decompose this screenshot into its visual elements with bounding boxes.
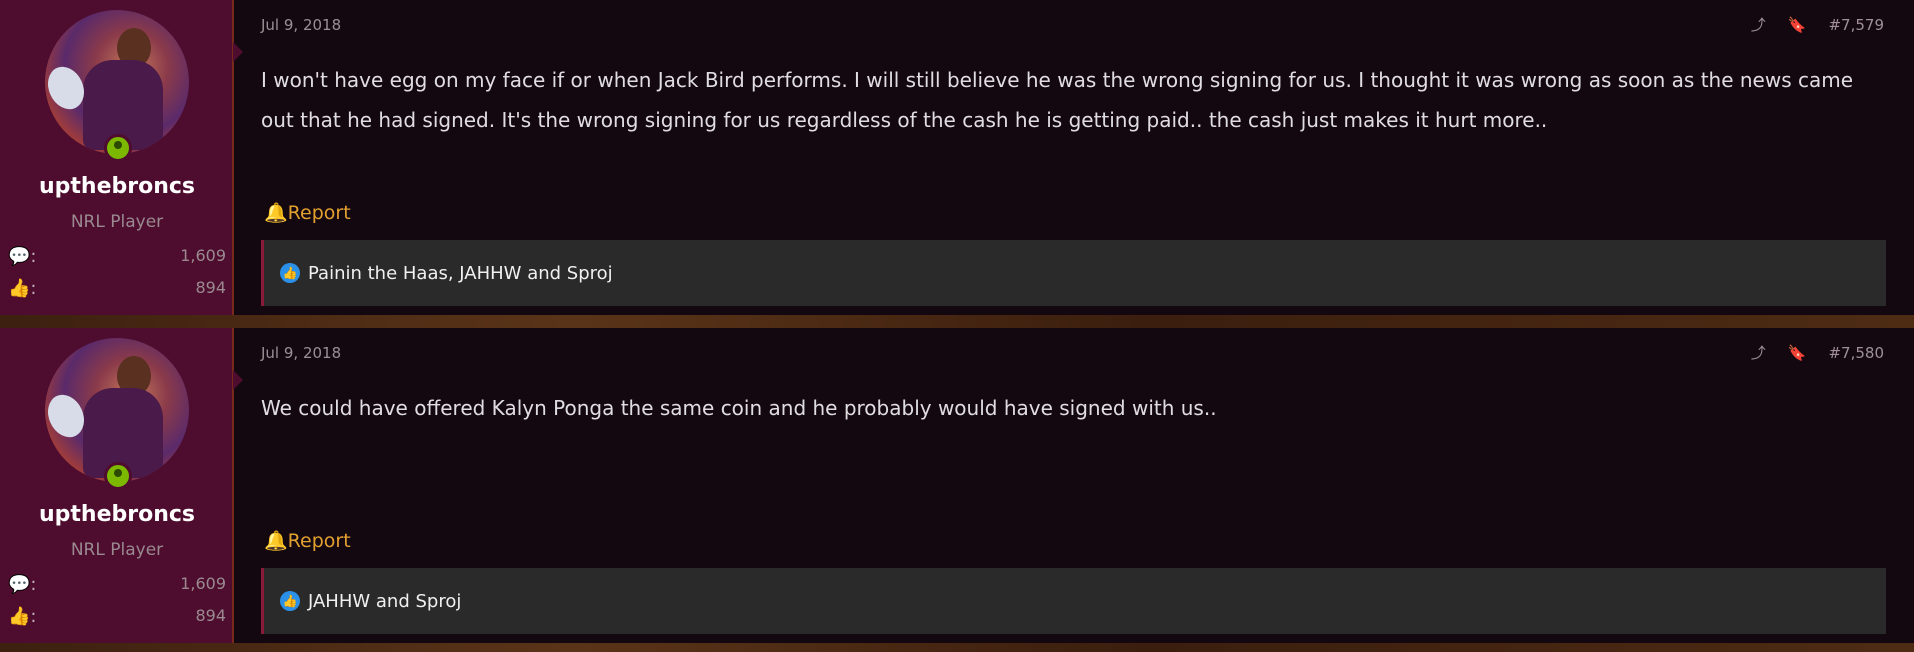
post-number[interactable]: #7,580 <box>1828 344 1884 362</box>
post-7579: upthebroncs NRL Player 💬: 1,609 👍: 894 J… <box>0 0 1914 315</box>
bell-icon: 🔔 <box>264 530 288 552</box>
reaction-score: 894 <box>195 278 226 297</box>
online-status-icon <box>104 462 132 490</box>
avatar[interactable] <box>45 10 189 154</box>
post-body: We could have offered Kalyn Ponga the sa… <box>261 396 1217 420</box>
reactions-text[interactable]: JAHHW and Sproj <box>308 591 461 612</box>
messages-count: 1,609 <box>180 574 226 593</box>
user-title: NRL Player <box>70 540 164 560</box>
messages-stat: 💬: 1,609 <box>8 574 226 595</box>
bell-icon: 🔔 <box>264 202 288 224</box>
username[interactable]: upthebroncs <box>0 174 234 199</box>
bookmark-icon[interactable]: 🔖 <box>1788 16 1807 34</box>
post-date[interactable]: Jul 9, 2018 <box>261 16 341 34</box>
thumbs-up-icon: 👍: <box>8 606 37 627</box>
reactions-bar[interactable]: 👍 Painin the Haas, JAHHW and Sproj <box>261 240 1886 306</box>
post-main: Jul 9, 2018 ⤴ 🔖 #7,580 We could have off… <box>234 328 1914 643</box>
post-number[interactable]: #7,579 <box>1828 16 1884 34</box>
reactions-text[interactable]: Painin the Haas, JAHHW and Sproj <box>308 263 613 284</box>
post-date[interactable]: Jul 9, 2018 <box>261 344 341 362</box>
share-icon[interactable]: ⤴ <box>1751 14 1766 35</box>
avatar[interactable] <box>45 338 189 482</box>
share-icon[interactable]: ⤴ <box>1751 342 1766 363</box>
online-status-icon <box>104 134 132 162</box>
thumbs-up-icon: 👍: <box>8 278 37 299</box>
post-actions: ⤴ 🔖 #7,579 <box>1751 14 1884 35</box>
reaction-score: 894 <box>195 606 226 625</box>
messages-count: 1,609 <box>180 246 226 265</box>
messages-stat: 💬: 1,609 <box>8 246 226 267</box>
post-body: I won't have egg on my face if or when J… <box>261 68 1854 132</box>
like-icon: 👍 <box>280 591 300 611</box>
username[interactable]: upthebroncs <box>0 502 234 527</box>
bookmark-icon[interactable]: 🔖 <box>1788 344 1807 362</box>
user-panel: upthebroncs NRL Player 💬: 1,609 👍: 894 <box>0 328 243 643</box>
reaction-score-stat: 👍: 894 <box>8 278 226 299</box>
speech-bubbles-icon: 💬: <box>8 246 37 267</box>
report-button[interactable]: 🔔Report <box>264 201 351 224</box>
post-main: Jul 9, 2018 ⤴ 🔖 #7,579 I won't have egg … <box>234 0 1914 315</box>
like-icon: 👍 <box>280 263 300 283</box>
report-button[interactable]: 🔔Report <box>264 529 351 552</box>
post-7580: upthebroncs NRL Player 💬: 1,609 👍: 894 J… <box>0 328 1914 643</box>
post-actions: ⤴ 🔖 #7,580 <box>1751 342 1884 363</box>
reaction-score-stat: 👍: 894 <box>8 606 226 627</box>
user-panel: upthebroncs NRL Player 💬: 1,609 👍: 894 <box>0 0 243 315</box>
reactions-bar[interactable]: 👍 JAHHW and Sproj <box>261 568 1886 634</box>
user-title: NRL Player <box>70 212 164 232</box>
speech-bubbles-icon: 💬: <box>8 574 37 595</box>
